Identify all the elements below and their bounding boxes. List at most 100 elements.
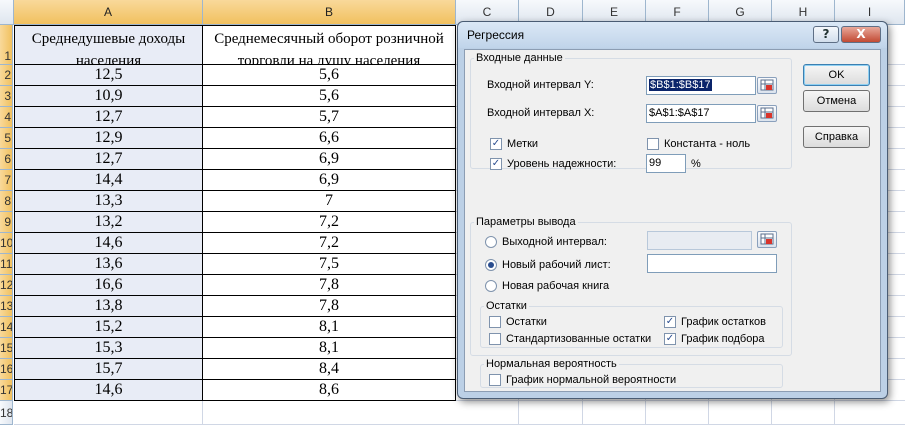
cell-b[interactable]: 7 bbox=[203, 191, 456, 212]
cell-a[interactable]: 13,6 bbox=[14, 254, 203, 275]
output-range-label: Выходной интервал: bbox=[502, 236, 607, 248]
cell-a[interactable]: 12,9 bbox=[14, 128, 203, 149]
input-x-field[interactable]: $A$1:$A$17 bbox=[646, 104, 756, 123]
row-header[interactable]: 4 bbox=[0, 107, 13, 128]
std-residuals-checkbox[interactable] bbox=[489, 333, 501, 345]
dialog-title-bar[interactable]: Регрессия ? X bbox=[458, 22, 887, 48]
residual-plots-label: График остатков bbox=[681, 316, 766, 328]
cell-b[interactable]: 5,6 bbox=[203, 65, 456, 86]
residuals-group-title: Остатки bbox=[484, 300, 529, 312]
cell-a[interactable]: 15,3 bbox=[14, 338, 203, 359]
std-residuals-label: Стандартизованные остатки bbox=[506, 333, 652, 345]
row-header[interactable]: 9 bbox=[0, 212, 13, 233]
constant-zero-checkbox[interactable] bbox=[647, 138, 659, 150]
output-range-field[interactable] bbox=[647, 231, 752, 250]
column-gridline bbox=[202, 401, 203, 425]
cell-b[interactable]: 8,1 bbox=[203, 338, 456, 359]
header-cell-b[interactable]: Среднемесячный оборот розничной торговли … bbox=[203, 25, 456, 69]
row-header[interactable]: 17 bbox=[0, 380, 13, 401]
close-icon[interactable]: X bbox=[841, 26, 881, 43]
input-y-field[interactable]: $B$1:$B$17 bbox=[646, 76, 756, 95]
row-header[interactable]: 11 bbox=[0, 254, 13, 275]
collapse-dialog-output-button[interactable] bbox=[757, 231, 777, 248]
cell-a[interactable]: 14,4 bbox=[14, 170, 203, 191]
residuals-label: Остатки bbox=[506, 316, 547, 328]
row-gridline bbox=[456, 400, 905, 401]
select-all-corner[interactable] bbox=[0, 0, 14, 25]
cell-b[interactable]: 7,2 bbox=[203, 212, 456, 233]
cell-a[interactable]: 10,9 bbox=[14, 86, 203, 107]
row-header[interactable]: 7 bbox=[0, 170, 13, 191]
regression-dialog: Регрессия ? X Входные данные Входной инт… bbox=[457, 21, 888, 399]
residual-plots-checkbox[interactable]: ✓ bbox=[664, 316, 676, 328]
cell-a[interactable]: 13,2 bbox=[14, 212, 203, 233]
residuals-checkbox[interactable] bbox=[489, 316, 501, 328]
row-header[interactable]: 12 bbox=[0, 275, 13, 296]
confidence-level-field[interactable]: 99 bbox=[646, 154, 686, 173]
row-header[interactable]: 3 bbox=[0, 86, 13, 107]
range-select-icon bbox=[760, 107, 774, 119]
cancel-button[interactable]: Отмена bbox=[803, 90, 870, 112]
ok-button[interactable]: OK bbox=[803, 64, 870, 86]
cell-b[interactable]: 5,7 bbox=[203, 107, 456, 128]
row-header[interactable]: 13 bbox=[0, 296, 13, 317]
output-range-radio[interactable] bbox=[485, 236, 497, 248]
row-header[interactable]: 2 bbox=[0, 65, 13, 86]
cell-a[interactable]: 12,5 bbox=[14, 65, 203, 86]
cell-b[interactable]: 6,9 bbox=[203, 149, 456, 170]
help-button[interactable]: Справка bbox=[803, 126, 870, 148]
collapse-dialog-x-button[interactable] bbox=[757, 105, 777, 122]
percent-sign: % bbox=[691, 158, 701, 170]
cell-a[interactable]: 15,7 bbox=[14, 359, 203, 380]
new-book-label: Новая рабочая книга bbox=[502, 280, 610, 292]
row-header[interactable]: 14 bbox=[0, 317, 13, 338]
header-cell-a[interactable]: Среднедушевые доходы населения bbox=[14, 25, 203, 69]
normal-plot-checkbox[interactable] bbox=[489, 374, 501, 386]
cell-a[interactable]: 12,7 bbox=[14, 107, 203, 128]
cell-a[interactable]: 14,6 bbox=[14, 233, 203, 254]
column-header[interactable]: B bbox=[203, 0, 456, 25]
cell-b[interactable]: 7,5 bbox=[203, 254, 456, 275]
help-icon[interactable]: ? bbox=[813, 26, 839, 43]
cell-a[interactable]: 13,3 bbox=[14, 191, 203, 212]
row-header[interactable]: 18 bbox=[0, 401, 13, 425]
row-header[interactable]: 16 bbox=[0, 359, 13, 380]
input-x-label: Входной интервал X: bbox=[487, 107, 595, 119]
dialog-body: Входные данные Входной интервал Y: $B$1:… bbox=[464, 49, 881, 392]
cell-b[interactable]: 8,6 bbox=[203, 380, 456, 401]
cell-a[interactable]: 16,6 bbox=[14, 275, 203, 296]
range-select-icon bbox=[760, 233, 774, 245]
column-header[interactable]: A bbox=[14, 0, 203, 25]
labels-checkbox[interactable]: ✓ bbox=[490, 138, 502, 150]
confidence-checkbox[interactable]: ✓ bbox=[490, 158, 502, 170]
new-book-radio[interactable] bbox=[485, 280, 497, 292]
row-header[interactable]: 5 bbox=[0, 128, 13, 149]
row-header[interactable]: 1 bbox=[0, 25, 13, 65]
cell-b[interactable]: 8,4 bbox=[203, 359, 456, 380]
cell-b[interactable]: 8,1 bbox=[203, 317, 456, 338]
row-header[interactable]: 8 bbox=[0, 191, 13, 212]
cell-a[interactable]: 15,2 bbox=[14, 317, 203, 338]
new-sheet-radio[interactable] bbox=[485, 259, 497, 271]
line-fit-plots-checkbox[interactable]: ✓ bbox=[664, 333, 676, 345]
cell-b[interactable]: 6,6 bbox=[203, 128, 456, 149]
new-sheet-name-field[interactable] bbox=[647, 254, 777, 273]
cell-a[interactable]: 13,8 bbox=[14, 296, 203, 317]
row-header[interactable]: 15 bbox=[0, 338, 13, 359]
cell-a[interactable]: 12,7 bbox=[14, 149, 203, 170]
dialog-title: Регрессия bbox=[467, 28, 525, 42]
cell-b[interactable]: 6,9 bbox=[203, 170, 456, 191]
cell-b[interactable]: 7,2 bbox=[203, 233, 456, 254]
collapse-dialog-y-button[interactable] bbox=[757, 77, 777, 94]
cell-b[interactable]: 7,8 bbox=[203, 296, 456, 317]
normal-probability-title: Нормальная вероятность bbox=[484, 358, 619, 370]
cell-b[interactable]: 7,8 bbox=[203, 275, 456, 296]
normal-plot-label: График нормальной вероятности bbox=[506, 374, 677, 386]
row-header[interactable]: 6 bbox=[0, 149, 13, 170]
line-fit-plots-label: График подбора bbox=[681, 333, 765, 345]
cell-b[interactable]: 5,6 bbox=[203, 86, 456, 107]
labels-check-label: Метки bbox=[507, 138, 539, 150]
header-a-line: Среднедушевые доходы bbox=[31, 31, 186, 47]
cell-a[interactable]: 14,6 bbox=[14, 380, 203, 401]
row-header[interactable]: 10 bbox=[0, 233, 13, 254]
